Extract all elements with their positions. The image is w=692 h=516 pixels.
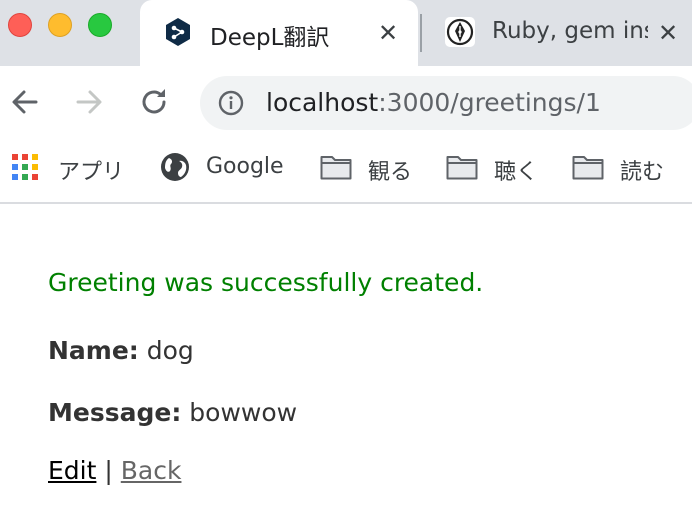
address-bar[interactable]: localhost:3000/greetings/1 <box>200 76 692 130</box>
url-host: localhost <box>266 88 379 117</box>
url-path: :3000/greetings/1 <box>378 88 601 117</box>
arrow-left-icon <box>12 90 38 114</box>
tab-title: Ruby, gem ins <box>492 18 648 44</box>
back-button[interactable] <box>6 82 46 122</box>
back-link[interactable]: Back <box>121 456 182 485</box>
globe-icon <box>160 152 190 186</box>
folder-icon <box>572 154 604 184</box>
bookmark-label: 聴く <box>494 160 539 185</box>
window-minimize-button[interactable] <box>48 13 72 37</box>
bookmark-label: 観る <box>368 160 413 185</box>
apps-grid-icon <box>12 154 38 184</box>
bookmark-label: Google <box>206 154 284 179</box>
window-zoom-button[interactable] <box>88 13 112 37</box>
link-separator: | <box>104 456 113 485</box>
close-icon[interactable]: ✕ <box>378 18 398 48</box>
edit-link[interactable]: Edit <box>48 456 96 485</box>
tab-strip: DeepL翻訳 ✕ Ruby, gem ins ✕ <box>0 0 692 66</box>
folder-icon <box>446 154 478 184</box>
deepl-icon <box>162 16 194 48</box>
bookmark-folder-yomu[interactable]: 読む <box>572 138 682 200</box>
name-value: dog <box>146 336 194 365</box>
tab-separator <box>420 14 422 52</box>
browser-toolbar: localhost:3000/greetings/1 <box>0 66 692 138</box>
url-text[interactable]: localhost:3000/greetings/1 <box>266 88 601 117</box>
name-field: Name: dog <box>48 336 194 365</box>
tab-ruby-gem[interactable]: Ruby, gem ins ✕ <box>424 0 692 66</box>
pen-nib-icon <box>444 16 476 48</box>
window-close-button[interactable] <box>8 13 32 37</box>
tab-title: DeepL翻訳 <box>210 25 330 51</box>
reload-button[interactable] <box>134 82 174 122</box>
bookmarks-bar: アプリ Google 観る 聴く 読む <box>0 138 692 204</box>
action-links: Edit | Back <box>48 456 181 485</box>
forward-button[interactable] <box>70 82 110 122</box>
close-icon[interactable]: ✕ <box>658 18 678 48</box>
arrow-right-icon <box>76 90 102 114</box>
info-icon[interactable] <box>218 90 244 116</box>
bookmark-folder-miru[interactable]: 観る <box>320 138 420 200</box>
tab-deepl[interactable]: DeepL翻訳 ✕ <box>140 0 418 66</box>
bookmark-label: アプリ <box>58 160 125 185</box>
message-field: Message: bowwow <box>48 398 297 427</box>
message-label: Message: <box>48 398 182 427</box>
bookmark-label: 読む <box>620 160 665 185</box>
bookmark-apps[interactable]: アプリ <box>12 138 132 200</box>
notice-message: Greeting was successfully created. <box>48 268 484 297</box>
message-value: bowwow <box>189 398 298 427</box>
bookmark-google[interactable]: Google <box>160 138 292 200</box>
folder-icon <box>320 154 352 184</box>
name-label: Name: <box>48 336 139 365</box>
bookmark-folder-kiku[interactable]: 聴く <box>446 138 546 200</box>
reload-icon <box>142 89 166 114</box>
